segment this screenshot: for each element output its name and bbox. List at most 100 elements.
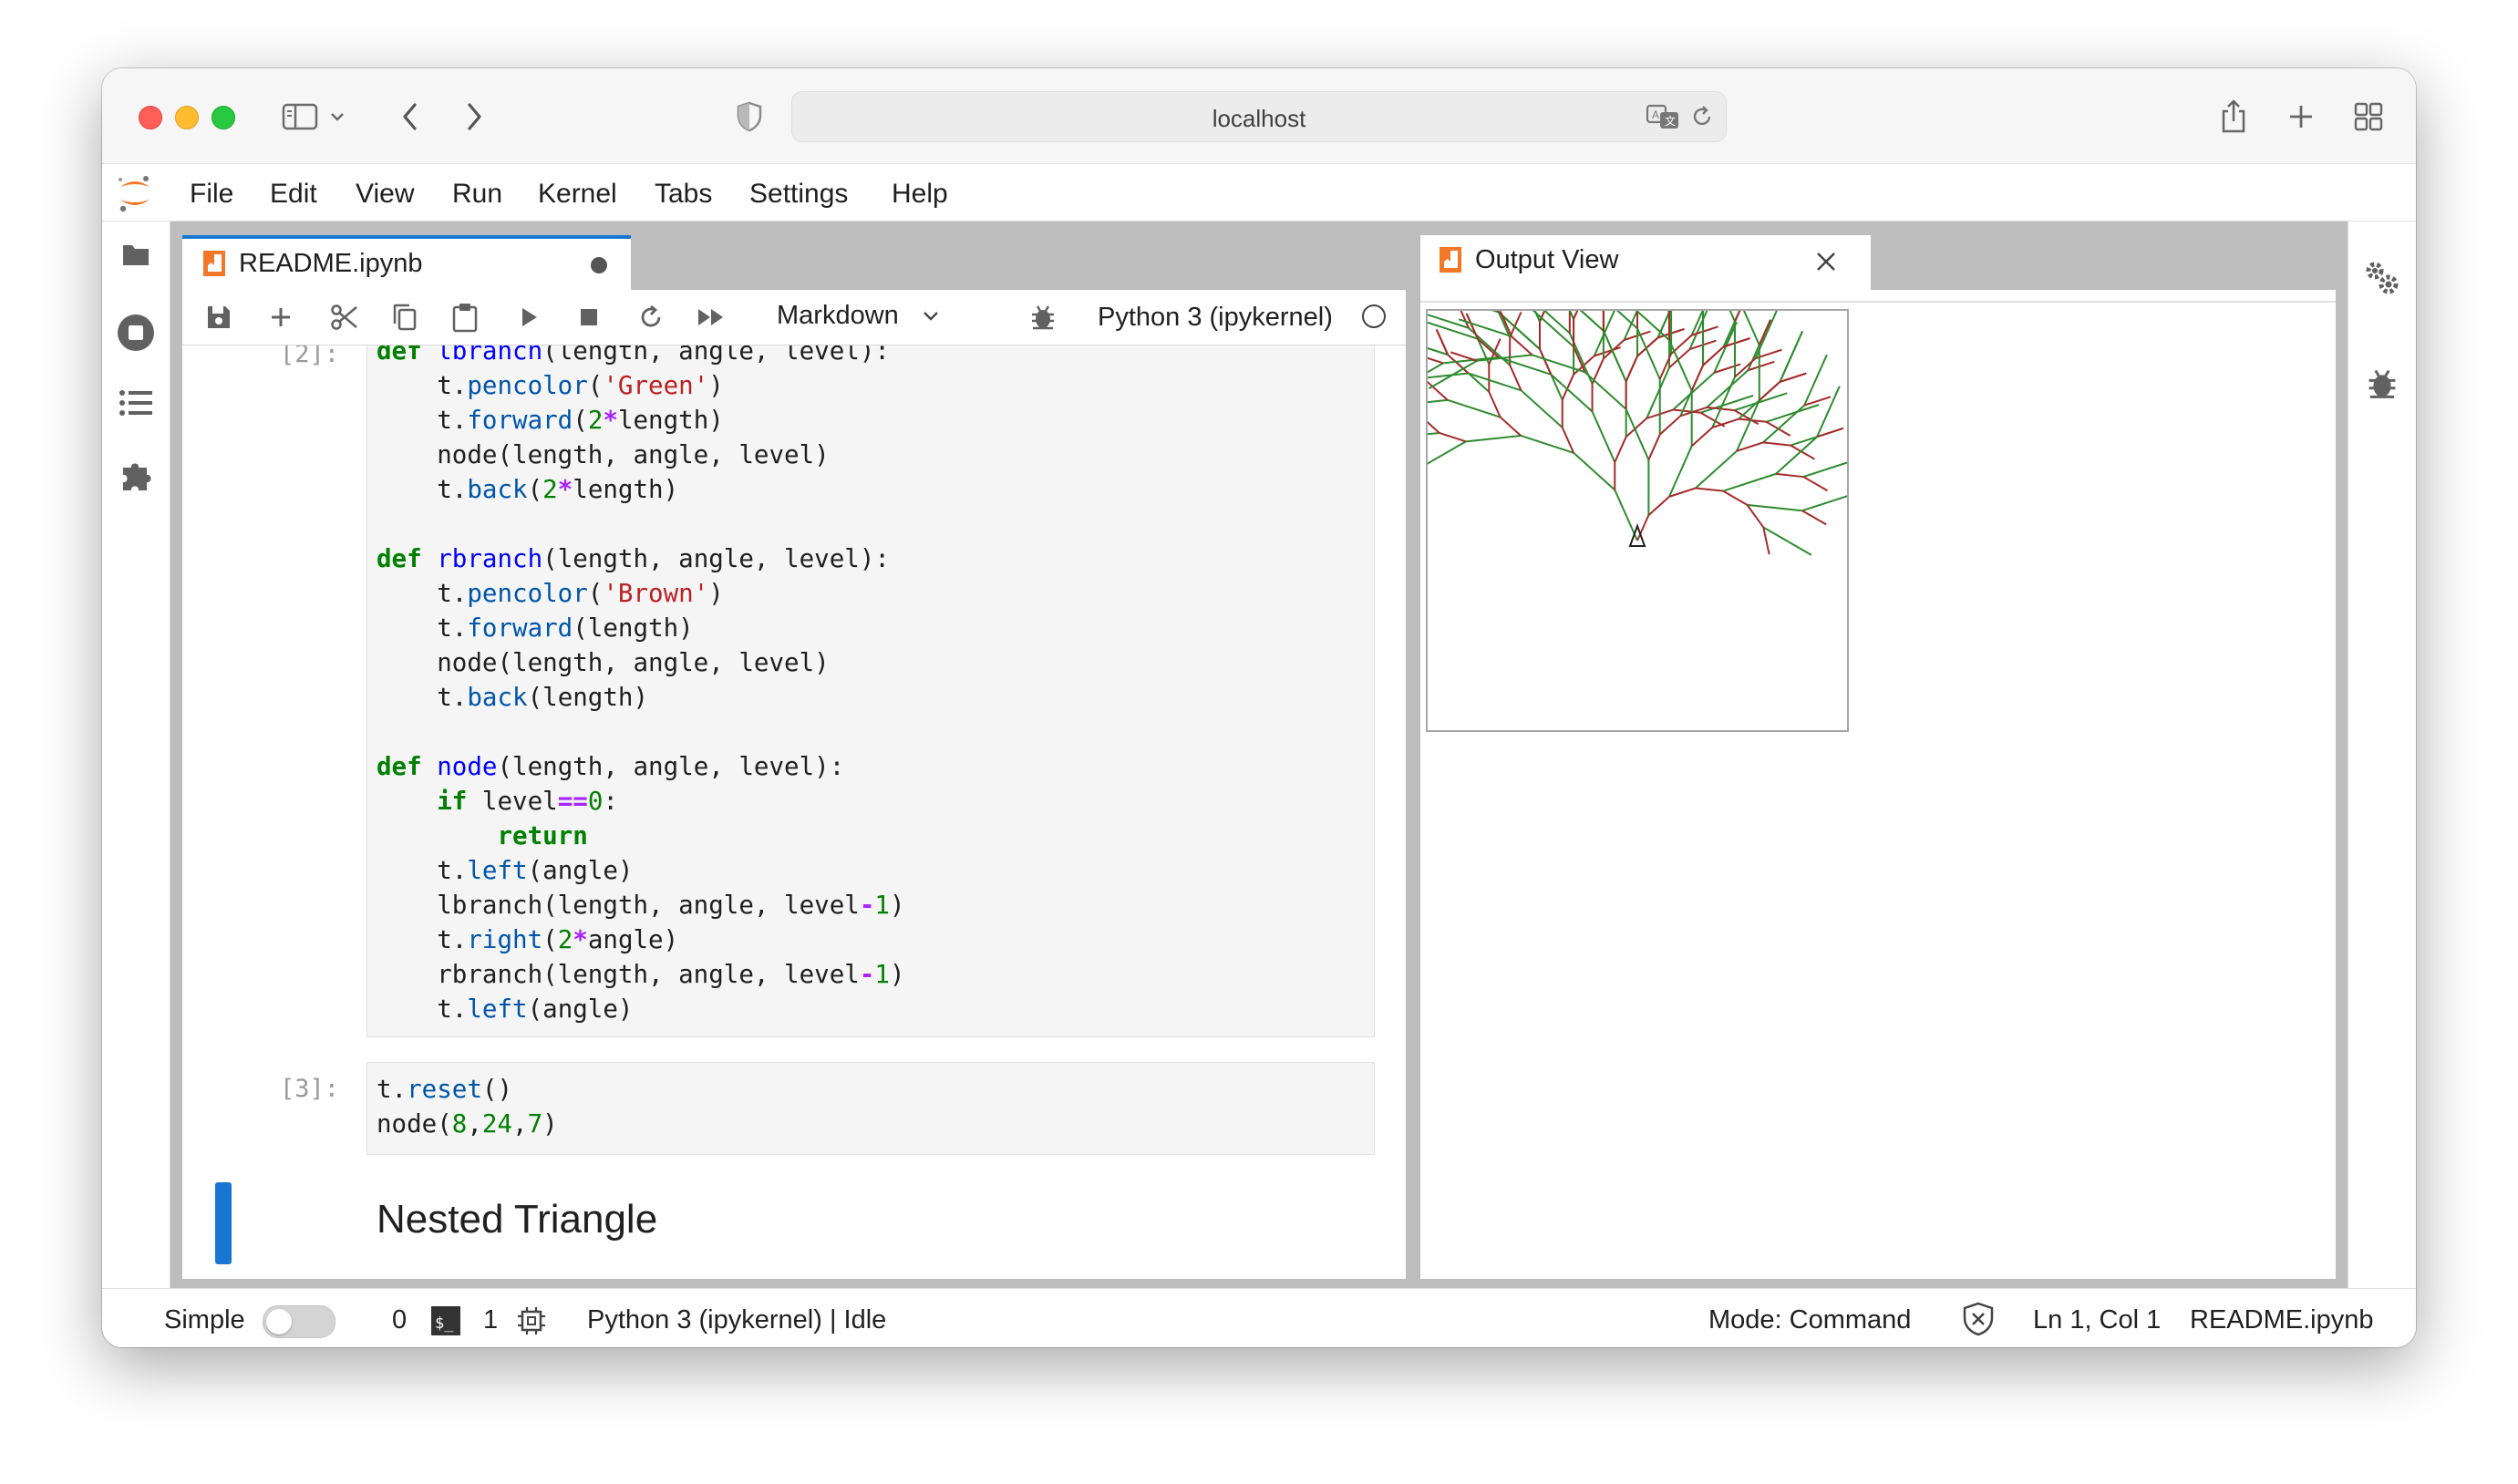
notebook-file-icon	[203, 251, 225, 276]
tree-branch	[1803, 354, 1828, 407]
kernel-chip-icon[interactable]	[516, 1305, 547, 1341]
tab-readme[interactable]: README.ipynb	[182, 235, 631, 290]
tree-branch	[1746, 504, 1765, 529]
tree-branch	[1758, 319, 1772, 345]
main-area: README.ipynb Markdown Python 3 (ipykerne…	[102, 222, 2416, 1288]
toggle-knob	[266, 1309, 292, 1335]
tree-branch	[1779, 330, 1804, 383]
menu-edit[interactable]: Edit	[270, 179, 317, 210]
tree-branch	[1801, 510, 1827, 526]
tree-branch	[1722, 490, 1748, 506]
code-cell-editor[interactable]: t.reset() node(8,24,7)	[366, 1062, 1375, 1155]
kernel-status-circle-icon	[1362, 304, 1386, 328]
reload-icon[interactable]	[1689, 104, 1715, 134]
tree-branch	[1702, 345, 1725, 366]
stop-icon[interactable]	[571, 299, 607, 335]
current-file-name: README.ipynb	[2190, 1305, 2374, 1335]
notebook-content: [2]: def lbranch(length, angle, level): …	[182, 345, 1406, 1279]
notebook-file-icon	[1440, 247, 1461, 273]
tree-branch	[1573, 452, 1615, 491]
terminals-count[interactable]: 0	[392, 1305, 407, 1335]
tree-branch	[1420, 414, 1440, 434]
notebook-toolbar: Markdown Python 3 (ipykernel)	[182, 290, 1406, 345]
table-of-contents-icon[interactable]	[102, 389, 170, 417]
tree-branch	[1668, 445, 1693, 498]
tree-branch	[1584, 371, 1627, 410]
tree-branch	[1420, 398, 1448, 404]
chevron-down-icon[interactable]	[326, 96, 348, 138]
kernel-name[interactable]: Python 3 (ipykernel)	[1098, 303, 1333, 333]
address-bar[interactable]: localhost A文	[791, 91, 1727, 142]
add-cell-icon[interactable]	[263, 299, 299, 335]
tab-overview-icon[interactable]	[2350, 96, 2387, 138]
menu-kernel[interactable]: Kernel	[538, 179, 617, 210]
tree-branch	[1706, 369, 1749, 408]
sidebar-toggle-icon[interactable]	[279, 96, 321, 138]
tab-output-view[interactable]: Output View	[1420, 235, 1871, 290]
close-window-button[interactable]	[139, 106, 162, 129]
tree-branch	[1520, 435, 1574, 454]
menu-view[interactable]: View	[356, 179, 414, 210]
close-icon[interactable]	[1814, 250, 1838, 273]
paste-icon[interactable]	[447, 299, 483, 335]
code-cell-editor[interactable]: def lbranch(length, angle, level): t.pen…	[366, 345, 1375, 1037]
back-icon[interactable]	[392, 96, 428, 138]
simple-mode-toggle[interactable]	[263, 1305, 335, 1338]
tree-branch	[1672, 372, 1715, 411]
markdown-heading[interactable]: Nested Triangle	[377, 1197, 657, 1242]
new-tab-icon[interactable]	[2283, 96, 2319, 138]
zoom-window-button[interactable]	[212, 106, 235, 129]
running-sessions-icon[interactable]	[102, 313, 170, 353]
tree-branch	[1468, 372, 1522, 392]
menu-help[interactable]: Help	[892, 179, 948, 210]
extensions-puzzle-icon[interactable]	[102, 457, 170, 493]
browser-titlebar: localhost A文	[102, 68, 2416, 164]
jupyter-menubar: File Edit View Run Kernel Tabs Settings …	[102, 164, 2416, 222]
fast-forward-icon[interactable]	[693, 299, 729, 335]
tree-branch	[1591, 411, 1616, 463]
cell-type-select[interactable]: Markdown	[777, 301, 899, 331]
tree-branch	[1445, 294, 1500, 314]
save-icon[interactable]	[201, 299, 237, 335]
tree-branch	[1802, 476, 1828, 492]
copy-icon[interactable]	[387, 299, 423, 335]
property-inspector-gears-icon[interactable]	[2348, 258, 2416, 298]
menu-run[interactable]: Run	[452, 179, 502, 210]
debugger-bug-icon[interactable]	[1025, 299, 1061, 335]
tree-branch	[1647, 496, 1670, 516]
cursor-position[interactable]: Ln 1, Col 1	[2033, 1305, 2161, 1335]
simple-mode-label: Simple	[164, 1305, 245, 1335]
tree-branch	[1695, 487, 1724, 492]
tree-branch	[1762, 526, 1812, 556]
jupyter-logo-icon	[115, 173, 155, 218]
active-cell-indicator	[215, 1182, 232, 1264]
privacy-shield-icon[interactable]	[731, 96, 768, 138]
share-icon[interactable]	[2215, 96, 2252, 138]
svg-text:文: 文	[1665, 114, 1676, 128]
minimize-window-button[interactable]	[175, 106, 199, 129]
tree-branch	[1562, 293, 1605, 332]
trusted-shield-icon[interactable]	[1962, 1302, 1995, 1341]
restart-icon[interactable]	[633, 299, 669, 335]
menu-settings[interactable]: Settings	[749, 179, 848, 210]
debugger-bug-icon[interactable]	[2348, 367, 2416, 400]
folder-icon[interactable]	[102, 242, 170, 267]
svg-text:A: A	[1652, 108, 1659, 121]
forward-icon[interactable]	[456, 96, 492, 138]
mode-indicator[interactable]: Mode: Command	[1708, 1305, 1911, 1335]
kernels-count[interactable]: 1	[483, 1305, 498, 1335]
menu-tabs[interactable]: Tabs	[655, 179, 712, 210]
translate-icon[interactable]: A文	[1646, 103, 1680, 135]
unsaved-dot-icon[interactable]	[591, 257, 607, 273]
tree-branch	[1713, 321, 1738, 374]
chevron-down-icon[interactable]	[921, 310, 941, 327]
right-sidebar	[2348, 222, 2416, 1288]
cut-icon[interactable]	[326, 299, 363, 335]
terminal-icon[interactable]: $_	[430, 1305, 461, 1341]
run-icon[interactable]	[511, 299, 547, 335]
menu-file[interactable]: File	[190, 179, 233, 210]
status-bar: Simple 0 $_ 1 Python 3 (ipykernel) | Idl…	[102, 1288, 2416, 1347]
tree-branch	[1659, 415, 1681, 436]
kernel-status-text[interactable]: Python 3 (ipykernel) | Idle	[587, 1305, 886, 1335]
tree-branch	[1465, 434, 1522, 443]
